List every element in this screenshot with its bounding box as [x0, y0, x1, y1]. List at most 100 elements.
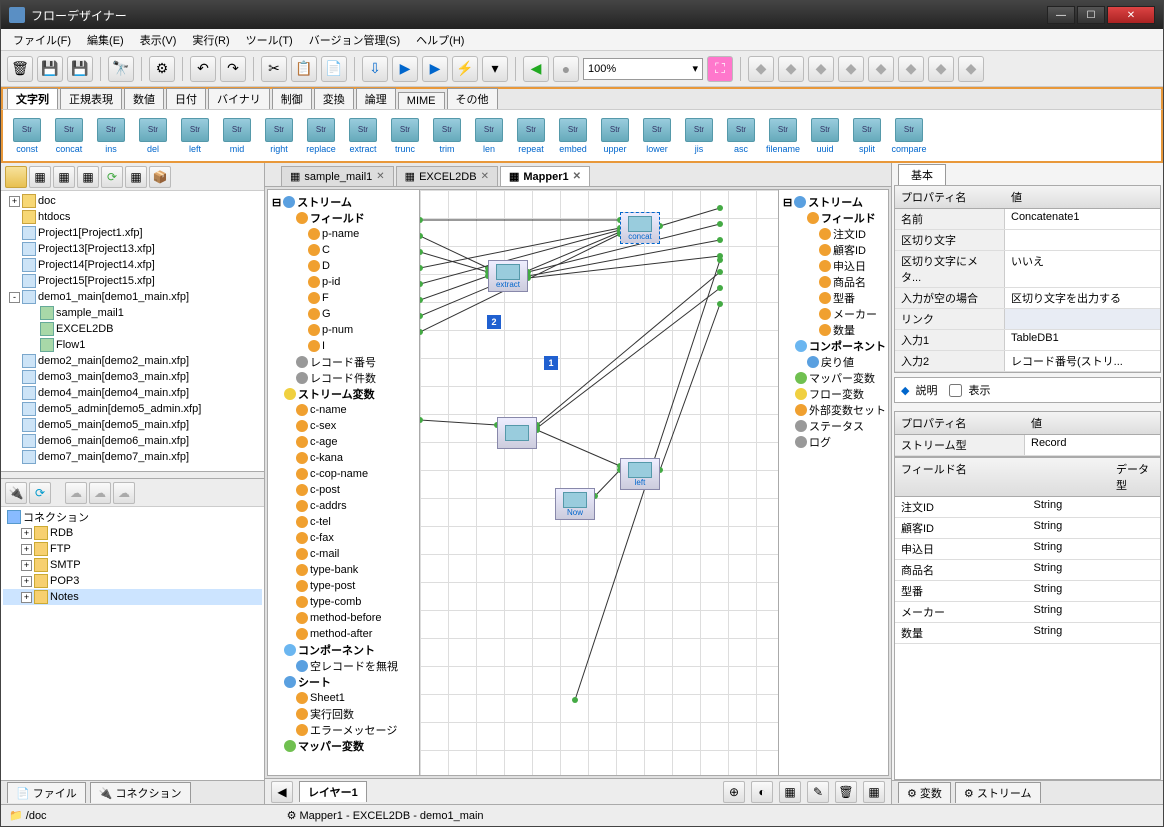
mapper-node[interactable]: フィールド — [781, 210, 886, 226]
editor-tab[interactable]: ▦sample_mail1✕ — [281, 166, 394, 186]
field-row[interactable]: 数量String — [895, 623, 1160, 644]
tree-node[interactable]: Project13[Project13.xfp] — [3, 241, 262, 257]
mapper-node[interactable]: method-after — [270, 626, 417, 642]
menu-item[interactable]: 編集(E) — [81, 30, 130, 50]
redo-icon[interactable]: ↷ — [220, 56, 246, 82]
canvas-tool4[interactable]: ✎ — [807, 781, 829, 803]
mapper-node[interactable]: フィールド — [270, 210, 417, 226]
project-btn7[interactable]: 📦 — [149, 166, 171, 188]
conn-btn4[interactable]: ☁ — [89, 482, 111, 504]
menu-item[interactable]: ツール(T) — [240, 30, 299, 50]
property-row[interactable]: 名前Concatenate1 — [895, 209, 1160, 230]
lightning-icon[interactable]: ⚡ — [452, 56, 478, 82]
func-filename[interactable]: Strfilename — [765, 118, 801, 154]
func-tab[interactable]: 日付 — [166, 88, 206, 109]
mapper-node[interactable]: D — [270, 258, 417, 274]
mapper-node[interactable]: コンポーネント — [781, 338, 886, 354]
canvas-tool6[interactable]: ▦ — [863, 781, 885, 803]
tree-toggle[interactable]: + — [21, 544, 32, 555]
play-fast-icon[interactable]: ▶ — [422, 56, 448, 82]
mapper-node[interactable]: メーカー — [781, 306, 886, 322]
mapper-node[interactable]: F — [270, 290, 417, 306]
forward-icon[interactable]: ● — [553, 56, 579, 82]
func-left[interactable]: Strleft — [177, 118, 213, 154]
mapper-node[interactable]: 外部変数セット — [781, 402, 886, 418]
mapper-node[interactable]: ストリーム変数 — [270, 386, 417, 402]
func-const[interactable]: Strconst — [9, 118, 45, 154]
conn-btn1[interactable]: 🔌 — [5, 482, 27, 504]
mapper-node[interactable]: レコード番号 — [270, 354, 417, 370]
func-jis[interactable]: Strjis — [681, 118, 717, 154]
field-table[interactable]: フィールド名データ型 注文IDString顧客IDString申込日String… — [894, 457, 1161, 780]
mapper-node[interactable]: type-comb — [270, 594, 417, 610]
mapper-node[interactable]: c-sex — [270, 418, 417, 434]
folder-open-icon[interactable] — [5, 166, 27, 188]
mapper-node[interactable]: p-num — [270, 322, 417, 338]
mapper-node[interactable]: c-cop-name — [270, 466, 417, 482]
shape6-icon[interactable]: ◆ — [898, 56, 924, 82]
mapper-source-tree[interactable]: ⊟ストリーム フィールドp-nameCDp-idFGp-numIレコード番号レコ… — [268, 190, 420, 775]
tree-toggle[interactable]: + — [21, 560, 32, 571]
canvas-tool5[interactable]: 🗑 — [835, 781, 857, 803]
func-replace[interactable]: Strreplace — [303, 118, 339, 154]
func-tab[interactable]: バイナリ — [208, 88, 270, 109]
func-tab[interactable]: 数値 — [124, 88, 164, 109]
shape3-icon[interactable]: ◆ — [808, 56, 834, 82]
mapper-node[interactable]: type-bank — [270, 562, 417, 578]
field-row[interactable]: 型番String — [895, 581, 1160, 602]
mapper-node[interactable]: I — [270, 338, 417, 354]
field-row[interactable]: 申込日String — [895, 539, 1160, 560]
menu-item[interactable]: ファイル(F) — [7, 30, 77, 50]
trash-icon[interactable]: 🗑 — [7, 56, 33, 82]
mapper-node[interactable]: 実行回数 — [270, 706, 417, 722]
layer-tab[interactable]: レイヤー1 — [299, 781, 367, 802]
close-icon[interactable]: ✕ — [573, 171, 581, 182]
mapper-node[interactable]: マッパー変数 — [270, 738, 417, 754]
tree-node[interactable]: Project15[Project15.xfp] — [3, 273, 262, 289]
tree-toggle[interactable]: + — [21, 528, 32, 539]
binoculars-icon[interactable]: 🔭 — [108, 56, 134, 82]
tree-node[interactable]: +RDB — [3, 525, 262, 541]
mapper-node[interactable]: c-tel — [270, 514, 417, 530]
editor-tab[interactable]: ▦EXCEL2DB✕ — [396, 166, 498, 186]
func-tab[interactable]: 制御 — [272, 88, 312, 109]
tree-node[interactable]: +SMTP — [3, 557, 262, 573]
tree-toggle[interactable]: + — [21, 592, 32, 603]
func-tab[interactable]: 論理 — [356, 88, 396, 109]
func-uuid[interactable]: Struuid — [807, 118, 843, 154]
menu-item[interactable]: 表示(V) — [134, 30, 183, 50]
property-row[interactable]: 入力2レコード番号(ストリ... — [895, 351, 1160, 372]
func-tab[interactable]: 正規表現 — [60, 88, 122, 109]
tab-file[interactable]: 📄 ファイル — [7, 782, 86, 803]
shape5-icon[interactable]: ◆ — [868, 56, 894, 82]
func-lower[interactable]: Strlower — [639, 118, 675, 154]
mapper-node[interactable]: c-post — [270, 482, 417, 498]
mapper-node[interactable]: 商品名 — [781, 274, 886, 290]
func-tab[interactable]: その他 — [447, 88, 498, 109]
shape7-icon[interactable]: ◆ — [928, 56, 954, 82]
menu-item[interactable]: ヘルプ(H) — [410, 30, 470, 50]
dropdown-icon[interactable]: ▾ — [482, 56, 508, 82]
shape1-icon[interactable]: ◆ — [748, 56, 774, 82]
undo-icon[interactable]: ↶ — [190, 56, 216, 82]
project-tree[interactable]: +dochtdocsProject1[Project1.xfp]Project1… — [1, 191, 264, 471]
tree-node[interactable]: sample_mail1 — [3, 305, 262, 321]
minimize-button[interactable]: — — [1047, 6, 1075, 24]
shape2-icon[interactable]: ◆ — [778, 56, 804, 82]
tree-node[interactable]: +POP3 — [3, 573, 262, 589]
tree-node[interactable]: demo7_main[demo7_main.xfp] — [3, 449, 262, 465]
project-btn2[interactable]: ▦ — [29, 166, 51, 188]
mapper-node[interactable]: method-before — [270, 610, 417, 626]
canvas-node[interactable]: extract — [488, 260, 528, 292]
mapper-node[interactable]: G — [270, 306, 417, 322]
editor-tab[interactable]: ▦Mapper1✕ — [500, 166, 590, 186]
run-icon[interactable]: ⇩ — [362, 56, 388, 82]
canvas-node[interactable]: left — [620, 458, 660, 490]
tab-variables[interactable]: ⚙ 変数 — [898, 782, 951, 803]
property-row[interactable]: リンク — [895, 309, 1160, 330]
sys-icon[interactable]: ⚙ — [149, 56, 175, 82]
mapper-canvas[interactable]: concatextractleftNow12 — [420, 190, 778, 775]
property-row[interactable]: ストリーム型Record — [895, 435, 1160, 456]
mapper-node[interactable]: c-fax — [270, 530, 417, 546]
func-asc[interactable]: Strasc — [723, 118, 759, 154]
